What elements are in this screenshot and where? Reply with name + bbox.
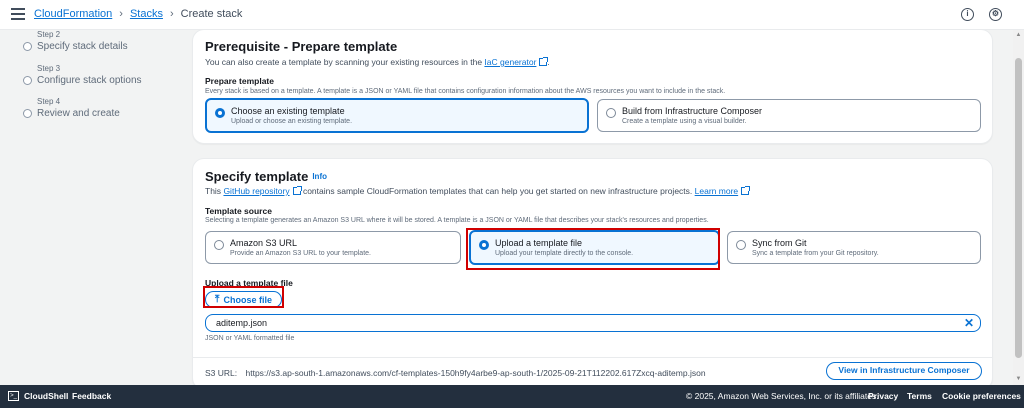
option-subtitle: Sync a template from your Git repository… bbox=[752, 250, 879, 257]
scroll-up-icon[interactable]: ▲ bbox=[1015, 32, 1022, 38]
radio-button[interactable] bbox=[215, 108, 225, 118]
breadcrumb-stacks[interactable]: Stacks bbox=[130, 8, 163, 20]
copyright-text: © 2025, Amazon Web Services, Inc. or its… bbox=[686, 391, 879, 401]
info-link[interactable]: Info bbox=[312, 172, 327, 181]
breadcrumb-cloudformation[interactable]: CloudFormation bbox=[34, 8, 112, 20]
step-label[interactable]: Configure stack options bbox=[37, 75, 142, 86]
file-format-hint: JSON or YAML formatted file bbox=[205, 335, 295, 342]
step-number: Step 2 bbox=[37, 30, 61, 39]
step-label[interactable]: Specify stack details bbox=[37, 41, 128, 52]
step-label[interactable]: Review and create bbox=[37, 108, 120, 119]
specify-template-panel: Specify template Info This GitHub reposit… bbox=[192, 158, 993, 390]
option-title: Build from Infrastructure Composer bbox=[622, 106, 763, 116]
option-title: Amazon S3 URL bbox=[230, 238, 298, 248]
iac-generator-link[interactable]: IaC generator bbox=[484, 57, 536, 67]
step-number: Step 4 bbox=[37, 97, 61, 106]
terms-link[interactable]: Terms bbox=[907, 391, 932, 401]
footer-bar: >_ CloudShell Feedback © 2025, Amazon We… bbox=[0, 385, 1024, 408]
learn-more-link[interactable]: Learn more bbox=[695, 186, 738, 196]
step-indicator-icon bbox=[23, 42, 32, 51]
file-name: aditemp.json bbox=[216, 318, 268, 328]
option-title: Sync from Git bbox=[752, 238, 807, 248]
option-subtitle: Provide an Amazon S3 URL to your templat… bbox=[230, 250, 371, 257]
template-source-description: Selecting a template generates an Amazon… bbox=[205, 217, 709, 224]
option-title: Choose an existing template bbox=[231, 106, 345, 116]
desc-text: You can also create a template by scanni… bbox=[205, 57, 483, 67]
external-link-icon bbox=[292, 186, 302, 195]
settings-icon[interactable]: ⚙ bbox=[989, 8, 1002, 21]
prerequisite-panel: Prerequisite - Prepare template You can … bbox=[192, 29, 993, 144]
option-infrastructure-composer[interactable]: Build from Infrastructure Composer Creat… bbox=[597, 99, 981, 132]
option-existing-template[interactable]: Choose an existing template Upload or ch… bbox=[205, 98, 589, 133]
step-indicator-icon bbox=[23, 76, 32, 85]
close-icon[interactable]: ✕ bbox=[964, 316, 974, 330]
cloudshell-link[interactable]: CloudShell bbox=[24, 391, 68, 401]
highlight-box-choose-file bbox=[203, 286, 284, 308]
radio-button[interactable] bbox=[214, 240, 224, 250]
specify-title-text: Specify template bbox=[205, 169, 309, 184]
scroll-down-icon[interactable]: ▼ bbox=[1015, 376, 1022, 382]
s3-url-label: S3 URL: bbox=[205, 368, 238, 378]
breadcrumb-current: Create stack bbox=[180, 8, 243, 20]
specify-template-description: This GitHub repository contains sample C… bbox=[205, 186, 751, 196]
prerequisite-description: You can also create a template by scanni… bbox=[205, 57, 550, 67]
chevron-right-icon: › bbox=[169, 8, 174, 20]
external-link-icon bbox=[741, 186, 751, 195]
cookie-preferences-link[interactable]: Cookie preferences bbox=[942, 391, 1021, 401]
scrollbar-thumb[interactable] bbox=[1015, 58, 1022, 358]
option-subtitle: Upload or choose an existing template. bbox=[231, 118, 353, 125]
selected-file-field[interactable]: aditemp.json ✕ bbox=[205, 314, 981, 332]
info-circle-icon[interactable]: i bbox=[961, 8, 974, 21]
hamburger-icon[interactable] bbox=[11, 8, 25, 20]
s3-url-line: S3 URL: https://s3.ap-south-1.amazonaws.… bbox=[205, 368, 706, 378]
step-indicator-icon bbox=[23, 109, 32, 118]
desc-middle: contains sample CloudFormation templates… bbox=[302, 186, 693, 196]
radio-button[interactable] bbox=[736, 240, 746, 250]
prepare-template-description: Every stack is based on a template. A te… bbox=[205, 88, 726, 95]
radio-button[interactable] bbox=[606, 108, 616, 118]
top-navigation-bar: CloudFormation › Stacks › Create stack i… bbox=[0, 0, 1024, 30]
breadcrumb: CloudFormation › Stacks › Create stack bbox=[34, 8, 242, 20]
feedback-link[interactable]: Feedback bbox=[72, 391, 111, 401]
external-link-icon bbox=[539, 57, 549, 66]
highlight-box-upload-option bbox=[466, 228, 720, 270]
github-repository-link[interactable]: GitHub repository bbox=[223, 186, 289, 196]
prerequisite-title: Prerequisite - Prepare template bbox=[205, 39, 398, 54]
option-subtitle: Create a template using a visual builder… bbox=[622, 118, 747, 125]
prepare-template-label: Prepare template bbox=[205, 76, 274, 86]
chevron-right-icon: › bbox=[119, 8, 123, 20]
option-sync-from-git[interactable]: Sync from Git Sync a template from your … bbox=[727, 231, 981, 264]
divider bbox=[193, 357, 992, 358]
step-number: Step 3 bbox=[37, 64, 61, 73]
desc-prefix: This bbox=[205, 186, 222, 196]
privacy-link[interactable]: Privacy bbox=[868, 391, 898, 401]
view-in-composer-button[interactable]: View in Infrastructure Composer bbox=[826, 362, 982, 380]
specify-template-title: Specify template Info bbox=[205, 169, 327, 184]
cloudshell-icon[interactable]: >_ bbox=[8, 391, 19, 401]
option-amazon-s3-url[interactable]: Amazon S3 URL Provide an Amazon S3 URL t… bbox=[205, 231, 461, 264]
s3-url-value: https://s3.ap-south-1.amazonaws.com/cf-t… bbox=[245, 368, 706, 378]
template-source-label: Template source bbox=[205, 206, 272, 216]
